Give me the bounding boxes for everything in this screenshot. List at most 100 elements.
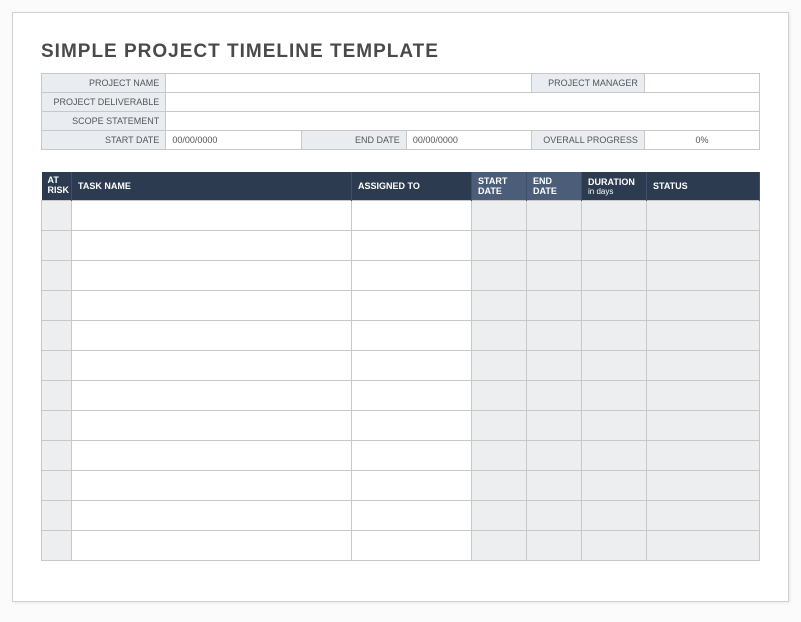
cell-task-name[interactable] — [72, 231, 352, 261]
cell-at-risk[interactable] — [42, 231, 72, 261]
cell-duration[interactable] — [582, 381, 647, 411]
cell-start-date[interactable] — [472, 231, 527, 261]
cell-duration[interactable] — [582, 351, 647, 381]
cell-task-name[interactable] — [72, 441, 352, 471]
cell-at-risk[interactable] — [42, 411, 72, 441]
cell-end-date[interactable] — [527, 441, 582, 471]
cell-status[interactable] — [647, 201, 760, 231]
project-name-value[interactable] — [166, 74, 532, 93]
cell-assigned-to[interactable] — [352, 231, 472, 261]
cell-duration[interactable] — [582, 411, 647, 441]
cell-at-risk[interactable] — [42, 351, 72, 381]
cell-end-date[interactable] — [527, 201, 582, 231]
cell-task-name[interactable] — [72, 351, 352, 381]
cell-duration[interactable] — [582, 231, 647, 261]
end-date-label: END DATE — [302, 131, 407, 150]
cell-duration[interactable] — [582, 471, 647, 501]
cell-at-risk[interactable] — [42, 471, 72, 501]
cell-assigned-to[interactable] — [352, 291, 472, 321]
cell-status[interactable] — [647, 501, 760, 531]
cell-status[interactable] — [647, 261, 760, 291]
cell-start-date[interactable] — [472, 321, 527, 351]
cell-duration[interactable] — [582, 291, 647, 321]
cell-start-date[interactable] — [472, 201, 527, 231]
cell-start-date[interactable] — [472, 471, 527, 501]
cell-task-name[interactable] — [72, 381, 352, 411]
project-info-table: PROJECT NAME PROJECT MANAGER PROJECT DEL… — [41, 73, 760, 150]
cell-duration[interactable] — [582, 531, 647, 561]
cell-duration[interactable] — [582, 441, 647, 471]
cell-task-name[interactable] — [72, 501, 352, 531]
cell-end-date[interactable] — [527, 351, 582, 381]
cell-status[interactable] — [647, 351, 760, 381]
cell-at-risk[interactable] — [42, 501, 72, 531]
project-name-label: PROJECT NAME — [42, 74, 166, 93]
cell-end-date[interactable] — [527, 291, 582, 321]
cell-assigned-to[interactable] — [352, 201, 472, 231]
progress-label: OVERALL PROGRESS — [532, 131, 645, 150]
cell-start-date[interactable] — [472, 261, 527, 291]
cell-start-date[interactable] — [472, 291, 527, 321]
cell-status[interactable] — [647, 231, 760, 261]
cell-at-risk[interactable] — [42, 381, 72, 411]
cell-end-date[interactable] — [527, 231, 582, 261]
cell-start-date[interactable] — [472, 351, 527, 381]
cell-duration[interactable] — [582, 201, 647, 231]
deliverable-label: PROJECT DELIVERABLE — [42, 93, 166, 112]
cell-task-name[interactable] — [72, 411, 352, 441]
cell-start-date[interactable] — [472, 411, 527, 441]
start-date-value[interactable]: 00/00/0000 — [166, 131, 302, 150]
table-row — [42, 501, 760, 531]
cell-end-date[interactable] — [527, 321, 582, 351]
cell-start-date[interactable] — [472, 381, 527, 411]
cell-status[interactable] — [647, 411, 760, 441]
table-row — [42, 351, 760, 381]
project-manager-value[interactable] — [644, 74, 759, 93]
cell-task-name[interactable] — [72, 471, 352, 501]
cell-end-date[interactable] — [527, 411, 582, 441]
cell-assigned-to[interactable] — [352, 501, 472, 531]
end-date-value[interactable]: 00/00/0000 — [406, 131, 531, 150]
scope-value[interactable] — [166, 112, 760, 131]
cell-at-risk[interactable] — [42, 531, 72, 561]
cell-end-date[interactable] — [527, 501, 582, 531]
cell-end-date[interactable] — [527, 531, 582, 561]
cell-status[interactable] — [647, 321, 760, 351]
cell-at-risk[interactable] — [42, 441, 72, 471]
cell-at-risk[interactable] — [42, 291, 72, 321]
cell-task-name[interactable] — [72, 201, 352, 231]
cell-end-date[interactable] — [527, 471, 582, 501]
cell-duration[interactable] — [582, 501, 647, 531]
cell-task-name[interactable] — [72, 261, 352, 291]
cell-assigned-to[interactable] — [352, 411, 472, 441]
cell-end-date[interactable] — [527, 381, 582, 411]
cell-end-date[interactable] — [527, 261, 582, 291]
cell-status[interactable] — [647, 471, 760, 501]
cell-duration[interactable] — [582, 321, 647, 351]
cell-start-date[interactable] — [472, 531, 527, 561]
cell-assigned-to[interactable] — [352, 321, 472, 351]
table-row — [42, 411, 760, 441]
cell-at-risk[interactable] — [42, 321, 72, 351]
cell-assigned-to[interactable] — [352, 261, 472, 291]
cell-start-date[interactable] — [472, 441, 527, 471]
cell-status[interactable] — [647, 531, 760, 561]
cell-start-date[interactable] — [472, 501, 527, 531]
cell-assigned-to[interactable] — [352, 471, 472, 501]
table-row — [42, 471, 760, 501]
deliverable-value[interactable] — [166, 93, 760, 112]
cell-duration[interactable] — [582, 261, 647, 291]
cell-assigned-to[interactable] — [352, 441, 472, 471]
header-duration: DURATIONin days — [582, 172, 647, 201]
cell-at-risk[interactable] — [42, 201, 72, 231]
cell-status[interactable] — [647, 381, 760, 411]
cell-status[interactable] — [647, 441, 760, 471]
cell-assigned-to[interactable] — [352, 381, 472, 411]
cell-assigned-to[interactable] — [352, 531, 472, 561]
cell-at-risk[interactable] — [42, 261, 72, 291]
cell-assigned-to[interactable] — [352, 351, 472, 381]
cell-task-name[interactable] — [72, 321, 352, 351]
cell-status[interactable] — [647, 291, 760, 321]
cell-task-name[interactable] — [72, 291, 352, 321]
cell-task-name[interactable] — [72, 531, 352, 561]
